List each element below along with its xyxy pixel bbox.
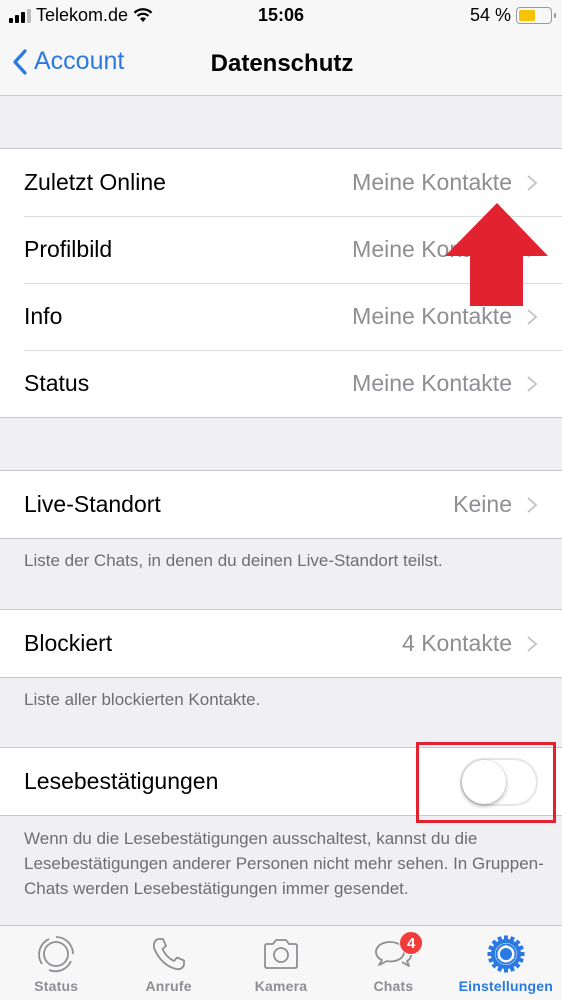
row-label: Blockiert: [24, 630, 113, 656]
row-label: Status: [24, 370, 90, 396]
row-label: Info: [24, 303, 63, 329]
row-last-seen[interactable]: Zuletzt Online Meine Kontakte: [0, 149, 562, 216]
live-location-group: Live-Standort Keine: [0, 470, 562, 539]
page-title: Datenschutz: [210, 50, 354, 77]
row-live-location[interactable]: Live-Standort Keine: [0, 471, 562, 538]
chevron-right-icon: [527, 375, 538, 392]
row-info[interactable]: Info Meine Kontakte: [0, 283, 562, 350]
chevron-right-icon: [527, 496, 538, 513]
status-icon: [38, 936, 75, 973]
row-label: Live-Standort: [24, 491, 161, 517]
battery-fill: [519, 10, 536, 21]
battery-icon: [516, 7, 556, 24]
row-label: Zuletzt Online: [24, 169, 166, 195]
privacy-visibility-group: Zuletzt Online Meine Kontakte Profilbild…: [0, 148, 562, 418]
tab-camera[interactable]: Kamera: [225, 926, 337, 1000]
read-receipts-footer: Wenn du die Lesebestätigungen ausschalte…: [24, 829, 544, 898]
blocked-footer: Liste aller blockierten Kontakte.: [24, 690, 261, 709]
gear-tooth: [487, 952, 494, 956]
row-blocked[interactable]: Blockiert 4 Kontakte: [0, 610, 562, 677]
battery-percent: 54 %: [469, 5, 511, 25]
gear-tooth: [503, 966, 508, 973]
row-status[interactable]: Status Meine Kontakte: [0, 350, 562, 417]
tab-label: Chats: [373, 978, 414, 994]
row-value: 4 Kontakte: [402, 630, 512, 656]
chevron-right-icon: [527, 174, 538, 191]
chevron-right-icon: [527, 241, 538, 258]
camera-icon: [264, 939, 298, 969]
row-label: Profilbild: [24, 236, 113, 262]
tab-label: Status: [34, 978, 79, 994]
row-value: Meine Kontakte: [352, 303, 512, 329]
tab-settings[interactable]: Einstellungen: [450, 926, 562, 1000]
row-read-receipts: Lesebestätigungen: [0, 748, 562, 815]
gear-tooth: [518, 952, 525, 956]
row-value: Keine: [453, 491, 512, 517]
chevron-right-icon: [527, 635, 538, 652]
row-value: Meine Kontakte: [352, 370, 512, 396]
tab-label: Kamera: [254, 978, 308, 994]
tab-label: Einstellungen: [458, 978, 554, 994]
chevron-right-icon: [527, 308, 538, 325]
tab-bar: Status Anrufe Kamera 4 Chats Einstellung…: [0, 925, 562, 1000]
status-bar: Telekom.de 15:06 54 %: [0, 0, 562, 34]
unread-badge: 4: [399, 931, 424, 955]
navigation-bar: Account Datenschutz: [0, 34, 562, 96]
read-receipts-group: Lesebestätigungen: [0, 747, 562, 816]
phone-icon: [152, 938, 185, 971]
tab-label: Anrufe: [145, 978, 192, 994]
gear-tooth: [503, 935, 508, 942]
row-value: Meine Kontakte: [352, 236, 512, 262]
live-location-footer: Liste der Chats, in denen du deinen Live…: [24, 551, 443, 570]
tab-calls[interactable]: Anrufe: [112, 926, 224, 1000]
read-receipts-toggle[interactable]: [460, 757, 538, 806]
tab-chats[interactable]: 4 Chats: [337, 926, 449, 1000]
blocked-group: Blockiert 4 Kontakte: [0, 609, 562, 678]
row-label: Lesebestätigungen: [24, 768, 219, 794]
status-right: 54 %: [469, 5, 556, 26]
tab-status[interactable]: Status: [0, 926, 112, 1000]
row-profile-photo[interactable]: Profilbild Meine Kontakte: [0, 216, 562, 283]
toggle-knob: [462, 759, 506, 804]
row-value: Meine Kontakte: [352, 169, 512, 195]
settings-gear-icon: [487, 935, 525, 973]
